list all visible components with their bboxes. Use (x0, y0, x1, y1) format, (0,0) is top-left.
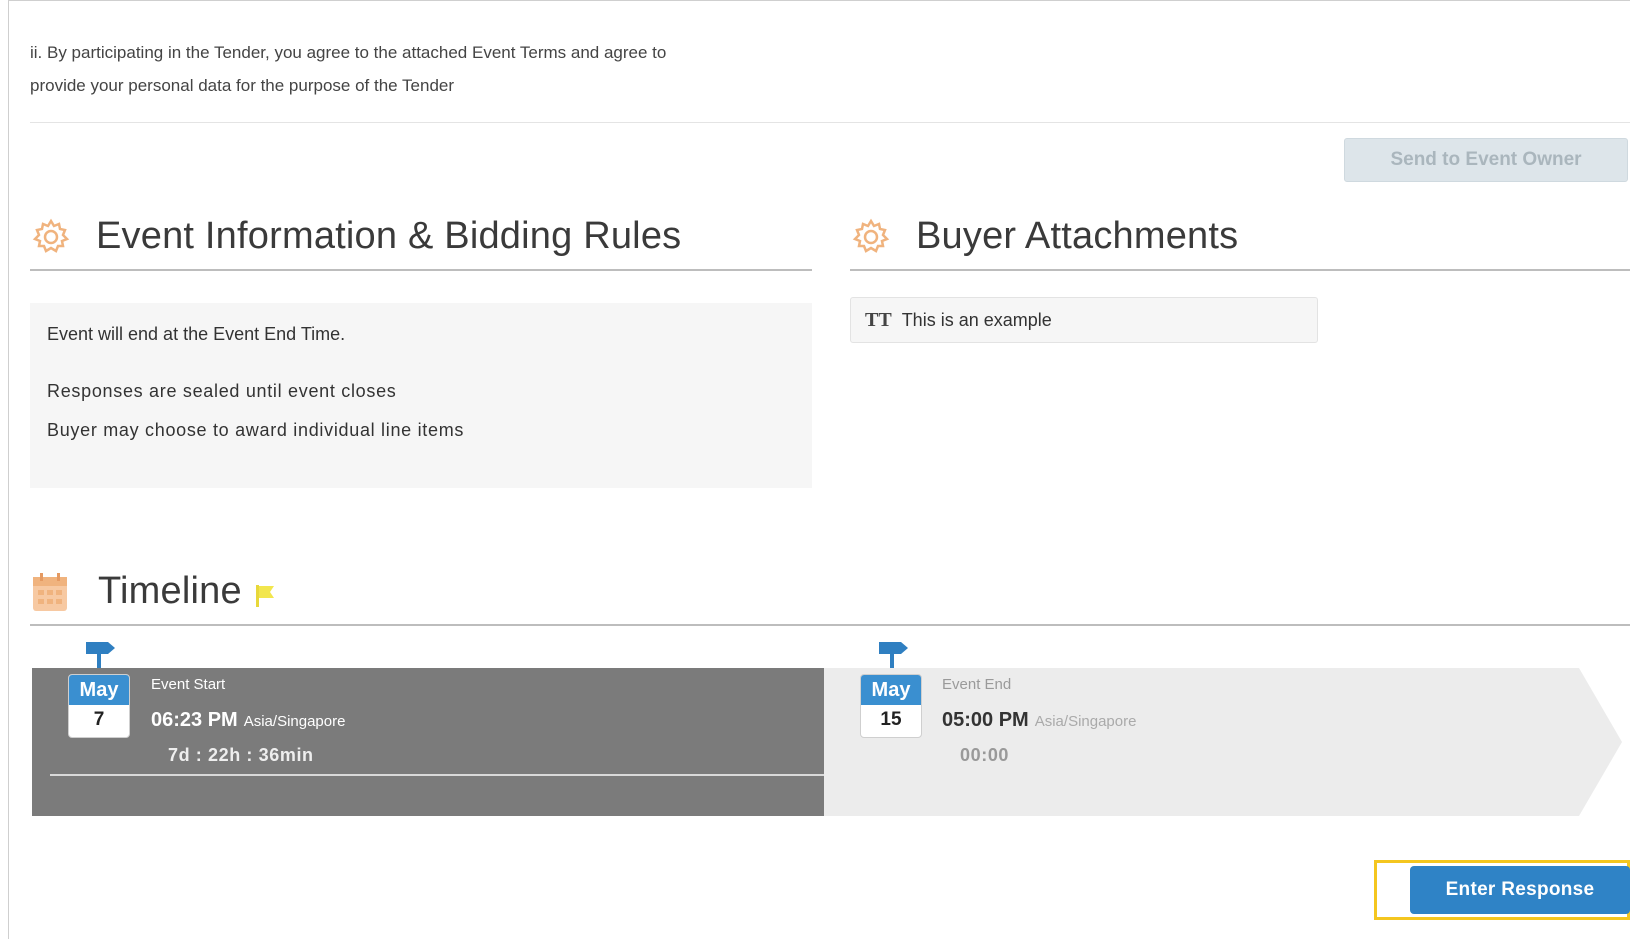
buyer-attachments-header: Buyer Attachments (850, 215, 1238, 258)
timeline-title: Timeline (98, 570, 242, 612)
timeline-header: Timeline (30, 570, 276, 613)
gear-icon (850, 216, 892, 258)
event-start-label: Event Start (151, 676, 226, 693)
gear-icon (30, 216, 72, 258)
buyer-attachments-title: Buyer Attachments (916, 215, 1239, 257)
event-end-label: Event End (942, 676, 1012, 693)
divider (30, 122, 1630, 123)
terms-line-2: provide your personal data for the purpo… (30, 76, 455, 95)
event-end-time: 05:00 PM Asia/Singapore (942, 709, 1136, 732)
event-info-header: Event Information & Bidding Rules (30, 215, 681, 258)
event-end-day: 15 (880, 709, 902, 730)
event-start-timezone: Asia/Singapore (243, 713, 346, 730)
frame-left-border (8, 0, 9, 939)
event-end-calendar-badge: May 15 (860, 674, 922, 738)
event-start-day: 7 (93, 709, 105, 730)
timeline-progress-line (50, 774, 824, 776)
rule-item: Buyer may choose to award individual lin… (47, 420, 465, 440)
rule-item: Event will end at the Event End Time. (47, 324, 346, 344)
event-end-month: May (861, 675, 921, 705)
text-format-icon: TT (865, 308, 892, 331)
attachment-label: This is an example (901, 309, 1052, 330)
buyer-attachments-rule (850, 269, 1630, 271)
event-start-month: May (69, 675, 129, 705)
flag-icon (254, 583, 276, 607)
frame-top-border (8, 0, 1630, 1)
event-end-time-value: 05:00 PM (942, 709, 1029, 731)
attachment-item[interactable]: TT This is an example (850, 297, 1318, 343)
event-info-rule (30, 269, 812, 271)
timeline-rule (30, 624, 1630, 626)
event-info-title: Event Information & Bidding Rules (96, 215, 682, 257)
event-end-countdown: 00:00 (960, 745, 1010, 765)
enter-response-button[interactable]: Enter Response (1410, 866, 1630, 914)
rule-item: Responses are sealed until event closes (47, 381, 397, 401)
bidding-rules-panel: Event will end at the Event End Time. Re… (30, 303, 812, 488)
timeline-bar (32, 668, 1622, 816)
terms-notice: ii. By participating in the Tender, you … (30, 36, 810, 102)
event-start-calendar-badge: May 7 (68, 674, 130, 738)
event-start-countdown: 7d : 22h : 36min (168, 745, 314, 765)
send-to-event-owner-button[interactable]: Send to Event Owner (1344, 138, 1628, 182)
event-start-time: 06:23 PM Asia/Singapore (151, 709, 345, 732)
event-end-timezone: Asia/Singapore (1034, 713, 1137, 730)
calendar-icon (30, 571, 70, 613)
terms-line-1: ii. By participating in the Tender, you … (30, 43, 667, 62)
event-start-time-value: 06:23 PM (151, 709, 238, 731)
